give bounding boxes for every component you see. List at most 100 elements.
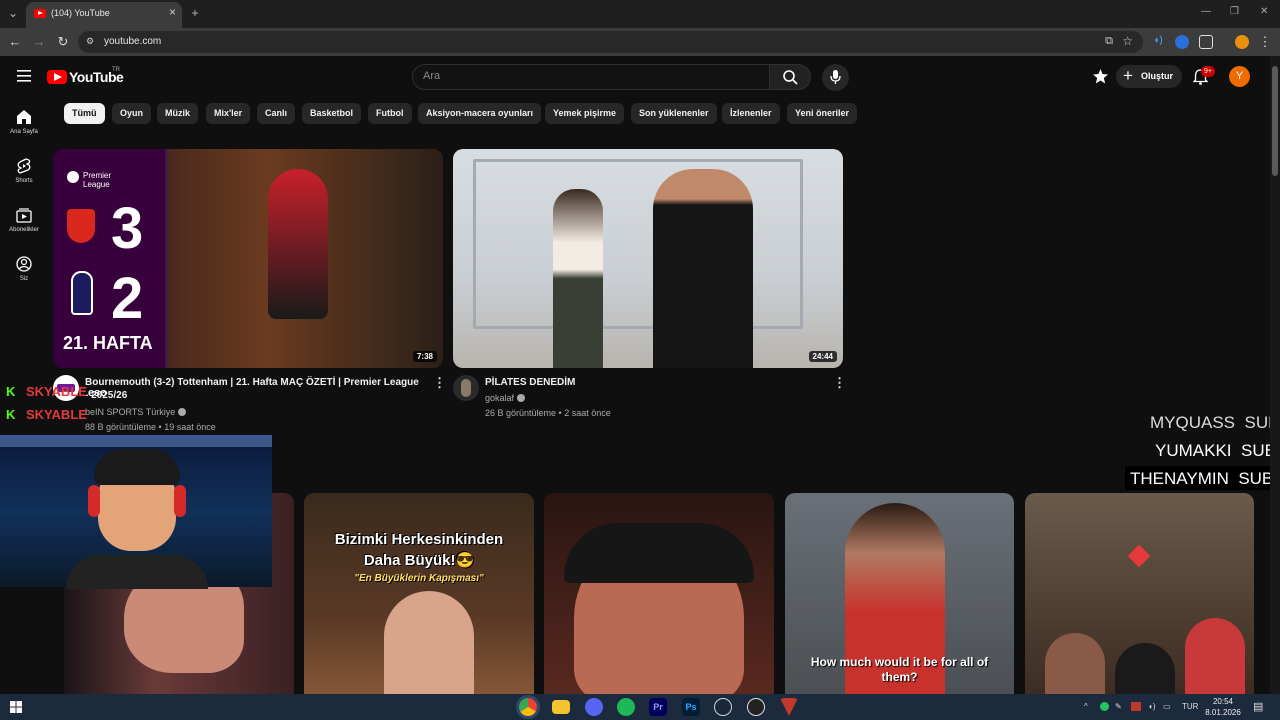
tab-search-button[interactable]: ⌄: [4, 4, 22, 22]
file-explorer-icon[interactable]: [552, 700, 570, 714]
notification-center-icon[interactable]: ▤: [1253, 700, 1263, 713]
channel-name-text: gokalaf: [485, 393, 515, 403]
create-button[interactable]: + Oluştur: [1116, 65, 1182, 88]
hamburger-menu-icon[interactable]: [17, 70, 31, 82]
account-avatar[interactable]: Y: [1229, 66, 1250, 87]
scrollbar-thumb[interactable]: [1272, 66, 1278, 176]
chip-all[interactable]: Tümü: [64, 103, 105, 124]
cartoon-avatar-hair: [94, 449, 180, 485]
new-tab-button[interactable]: +: [186, 4, 204, 22]
premier-league-logo-icon: [67, 171, 79, 183]
extensions-puzzle-icon[interactable]: [1199, 35, 1213, 49]
browser-menu-icon[interactable]: ⋮: [1256, 33, 1274, 51]
tray-green-icon[interactable]: [1100, 702, 1109, 711]
tray-overflow-icon[interactable]: ^: [1084, 702, 1088, 711]
short-overlay-subtitle: "En Büyüklerin Kapışması": [354, 573, 484, 584]
steam-icon[interactable]: [714, 698, 732, 716]
webcam-avatar-frame: [0, 435, 272, 589]
chip-live[interactable]: Canlı: [257, 103, 296, 124]
video-title[interactable]: Bournemouth (3-2) Tottenham | 21. Hafta …: [85, 377, 425, 401]
video-thumbnail[interactable]: 24:44: [453, 149, 843, 368]
channel-name[interactable]: gokalaf: [485, 393, 526, 403]
chip-music[interactable]: Müzik: [157, 103, 199, 124]
kick-chat-name: SKYABLE: [26, 384, 87, 399]
forward-icon[interactable]: →: [30, 33, 48, 51]
sidebar-item-home[interactable]: Ana Sayfa: [0, 105, 48, 145]
spotify-icon[interactable]: [617, 698, 635, 716]
search-button[interactable]: [769, 64, 811, 90]
extension-blue-icon[interactable]: [1175, 35, 1189, 49]
chip-basketball[interactable]: Basketbol: [302, 103, 362, 124]
minimize-icon[interactable]: —: [1201, 6, 1211, 17]
youtube-header: YouTube TR + Oluştur 9+ Y: [0, 56, 1270, 96]
short-thumbnail[interactable]: [1025, 493, 1254, 703]
short-thumbnail[interactable]: Bizimki Herkesinkinden Daha Büyük!😎 "En …: [304, 493, 534, 703]
chip-mixes[interactable]: Mix'ler: [206, 103, 251, 124]
video-thumbnail[interactable]: Premier League 3 2 21. HAFTA 7:38: [53, 149, 443, 368]
discord-icon[interactable]: [585, 698, 603, 716]
short-thumbnail[interactable]: How much would it be for all of them?: [785, 493, 1014, 703]
back-icon[interactable]: ←: [6, 33, 24, 51]
short-thumbnail[interactable]: [544, 493, 774, 703]
sidebar-item-you[interactable]: Siz: [0, 252, 48, 292]
windows-start-icon[interactable]: [10, 701, 22, 713]
video-title-line1: Bournemouth (3-2) Tottenham | 21. Hafta …: [85, 377, 419, 388]
input-language[interactable]: TUR: [1182, 702, 1198, 711]
page-scrollbar[interactable]: [1270, 56, 1280, 694]
chip-recently-uploaded[interactable]: Son yüklenenler: [631, 103, 717, 124]
close-window-icon[interactable]: ✕: [1260, 6, 1268, 17]
more-actions-icon[interactable]: ⋮: [433, 375, 446, 391]
clock[interactable]: 20:54 8.01.2026: [1204, 696, 1242, 718]
voice-search-button[interactable]: [822, 64, 849, 91]
chip-action-adventure[interactable]: Aksiyon-macera oyunları: [418, 103, 542, 124]
maximize-icon[interactable]: ❐: [1230, 6, 1239, 17]
more-actions-icon[interactable]: ⋮: [833, 375, 846, 391]
obs-icon[interactable]: [747, 698, 765, 716]
extension-audio-icon[interactable]: ◖): [1151, 35, 1165, 49]
browser-tab-bar: ⌄ (104) YouTube × + — ❐ ✕: [0, 0, 1280, 28]
site-info-icon[interactable]: ⚙: [86, 36, 98, 48]
sidebar-item-subscriptions[interactable]: Abonelikler: [0, 203, 48, 243]
tray-pen-icon[interactable]: ✎: [1115, 702, 1122, 711]
bookmark-star-icon[interactable]: ☆: [1122, 34, 1133, 48]
chip-cooking[interactable]: Yemek pişirme: [545, 103, 625, 124]
premiere-icon[interactable]: Pr: [649, 698, 667, 716]
sub-alert-name: THENAYMIN: [1130, 469, 1229, 488]
video-duration: 24:44: [808, 351, 837, 362]
volume-icon[interactable]: ◖): [1148, 702, 1156, 711]
network-icon[interactable]: ▭: [1163, 702, 1171, 711]
chrome-taskbar-icon[interactable]: [519, 698, 537, 716]
sidebar-item-label: Ana Sayfa: [10, 129, 38, 135]
chip-watched[interactable]: İzlenenler: [722, 103, 780, 124]
chip-football[interactable]: Futbol: [368, 103, 412, 124]
omnibox[interactable]: ⚙ youtube.com ⧉ ☆: [78, 31, 1143, 53]
search-input[interactable]: [423, 70, 753, 82]
sidebar-item-shorts[interactable]: Shorts: [0, 154, 48, 194]
kick-logo-icon: K: [6, 407, 16, 422]
install-app-icon[interactable]: ⧉: [1105, 35, 1113, 48]
channel-name[interactable]: beIN SPORTS Türkiye: [85, 407, 187, 417]
tottenham-crest-icon: [71, 271, 93, 315]
premium-feature-icon[interactable]: [1093, 69, 1108, 84]
channel-avatar[interactable]: [453, 375, 479, 401]
youtube-logo-icon[interactable]: [47, 70, 67, 84]
face: [384, 591, 474, 703]
tray-red-icon[interactable]: [1131, 702, 1141, 711]
profile-icon[interactable]: [1235, 35, 1249, 49]
close-tab-icon[interactable]: ×: [169, 5, 176, 19]
chip-gaming[interactable]: Oyun: [112, 103, 152, 124]
valorant-icon[interactable]: [780, 698, 798, 716]
sub-alert: YUMAKKI SUB: [1155, 441, 1276, 461]
search-box[interactable]: [412, 64, 770, 90]
photoshop-icon[interactable]: Ps: [682, 698, 700, 716]
reload-icon[interactable]: ↻: [54, 33, 72, 51]
sub-alert-name: YUMAKKI: [1155, 441, 1232, 460]
video-stats: 26 B görüntüleme • 2 saat önce: [485, 408, 611, 418]
browser-tab[interactable]: (104) YouTube ×: [26, 2, 182, 28]
chip-new-to-you[interactable]: Yeni öneriler: [787, 103, 858, 124]
create-button-label: Oluştur: [1141, 71, 1174, 81]
shorts-icon: [17, 158, 31, 174]
verified-icon: [517, 394, 526, 402]
short-overlay-text-line2: Daha Büyük!😎: [363, 552, 475, 569]
video-title[interactable]: PİLATES DENEDİM: [485, 377, 575, 388]
